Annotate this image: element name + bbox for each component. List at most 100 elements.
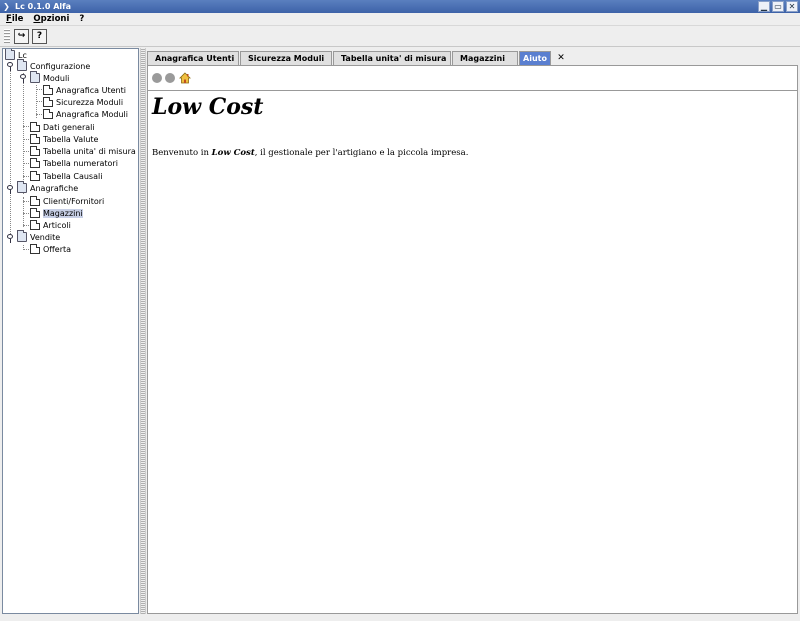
expand-toggle-moduli[interactable] (20, 74, 26, 83)
toolbar: ↪ ? (0, 26, 800, 47)
document-icon (43, 85, 53, 95)
tree-item-label: Tabella unita' di misura (43, 146, 136, 156)
tab-tabella-unita[interactable]: Tabella unita' di misura (333, 51, 451, 65)
tree-item-label: Offerta (43, 244, 72, 254)
tree-connector (23, 201, 29, 202)
tree-connector (36, 89, 42, 90)
document-icon (43, 109, 53, 119)
tree-item-magazzini[interactable]: Magazzini (30, 207, 83, 219)
document-icon (30, 171, 40, 181)
tree-item-label: Articoli (43, 220, 71, 230)
tree-item-label: Tabella numeratori (43, 158, 118, 168)
help-intro-text: , il gestionale per l'artigiano e la pic… (254, 148, 469, 159)
tab-magazzini[interactable]: Magazzini (452, 51, 518, 65)
folder-icon (17, 59, 27, 71)
maximize-button[interactable]: ▭ (772, 1, 784, 12)
tree-item-tabella-valute[interactable]: Tabella Valute (30, 133, 98, 145)
tab-anagrafica-utenti[interactable]: Anagrafica Utenti (147, 51, 239, 65)
minimize-button[interactable]: ▁ (758, 1, 770, 12)
tree-item-label: Dati generali (43, 122, 95, 132)
title-bar: ❯ Lc 0.1.0 Alfa ▁ ▭ ✕ (0, 0, 800, 13)
tree-item-label: Anagrafica Utenti (56, 85, 126, 95)
tree-item-dati-generali[interactable]: Dati generali (30, 121, 95, 133)
tree-item-offerta[interactable]: Offerta (30, 243, 71, 255)
toolbar-grip[interactable] (4, 29, 10, 43)
document-icon (30, 158, 40, 168)
tree-item-configurazione[interactable]: Configurazione (17, 59, 91, 72)
document-icon (30, 208, 40, 218)
menu-opzioni[interactable]: Opzioni (27, 14, 73, 24)
tree-item-moduli[interactable]: Moduli (30, 71, 70, 84)
document-icon (30, 134, 40, 144)
tree-item-label: Vendite (30, 232, 61, 242)
help-intro-product: Low Cost (211, 148, 255, 159)
status-strip (0, 615, 800, 621)
tree-connector (36, 101, 42, 102)
tab-aiuto[interactable]: Aiuto (519, 51, 551, 65)
split-pane-divider[interactable] (140, 48, 146, 614)
tree-item-label: Tabella Valute (43, 134, 99, 144)
tree-item-tabella-numeratori[interactable]: Tabella numeratori (30, 157, 118, 169)
back-icon[interactable] (152, 73, 162, 83)
tree-item-label: Sicurezza Moduli (56, 97, 124, 107)
help-intro: Benvenuto in Low Cost, il gestionale per… (152, 148, 468, 158)
help-viewer: Low Cost Benvenuto in Low Cost, il gesti… (147, 65, 798, 614)
menu-help[interactable]: ? (73, 14, 88, 24)
tree-connector (23, 126, 29, 127)
folder-icon (17, 181, 27, 193)
tree-item-articoli[interactable]: Articoli (30, 219, 71, 231)
exit-icon: ↪ (17, 31, 26, 41)
navigation-tree: Lc Configurazione Moduli Anagrafica Uten… (2, 48, 139, 614)
window-menu-icon[interactable]: ❯ (0, 0, 13, 13)
tree-connector (23, 151, 29, 152)
tree-connector (23, 163, 29, 164)
tree-item-tabella-unita[interactable]: Tabella unita' di misura (30, 145, 136, 157)
help-intro-text: Benvenuto in (152, 148, 212, 159)
folder-icon (17, 230, 27, 242)
tree-connector (10, 62, 11, 238)
window-title: Lc 0.1.0 Alfa (15, 2, 71, 11)
tree-item-anagrafica-utenti[interactable]: Anagrafica Utenti (43, 84, 126, 96)
tree-item-sicurezza-moduli[interactable]: Sicurezza Moduli (43, 96, 123, 108)
tree-connector (23, 213, 29, 214)
tree-connector (23, 249, 29, 250)
tree-connector (36, 114, 42, 115)
tree-item-label: Clienti/Fornitori (43, 196, 105, 206)
expand-toggle-anagrafiche[interactable] (7, 185, 13, 194)
close-tab-icon[interactable]: ✕ (555, 52, 567, 64)
tree-item-label: Anagrafiche (30, 183, 79, 193)
home-icon[interactable] (179, 72, 191, 84)
document-icon (43, 97, 53, 107)
help-icon: ? (36, 31, 43, 41)
tree-item-anagrafica-moduli[interactable]: Anagrafica Moduli (43, 108, 128, 120)
expand-toggle-vendite[interactable] (7, 234, 13, 243)
help-title: Low Cost (152, 94, 264, 120)
exit-button[interactable]: ↪ (14, 28, 29, 44)
tree-item-tabella-causali[interactable]: Tabella Causali (30, 170, 102, 182)
tree-item-label: Anagrafica Moduli (56, 109, 128, 119)
tree-item-clienti-fornitori[interactable]: Clienti/Fornitori (30, 195, 104, 207)
tree-item-vendite[interactable]: Vendite (17, 230, 61, 243)
tree-item-label: Moduli (43, 73, 70, 83)
document-icon (30, 196, 40, 206)
main-panel: Anagrafica Utenti Sicurezza Moduli Tabel… (147, 48, 798, 614)
close-window-button[interactable]: ✕ (786, 1, 798, 12)
menu-bar: File Opzioni ? (0, 13, 800, 26)
tree-item-anagrafiche[interactable]: Anagrafiche (17, 181, 79, 194)
help-navigation-bar (148, 66, 797, 91)
tree-item-label: Tabella Causali (43, 171, 103, 181)
tab-bar: Anagrafica Utenti Sicurezza Moduli Tabel… (147, 50, 798, 65)
tree-connector (23, 225, 29, 226)
help-button[interactable]: ? (32, 28, 47, 44)
tab-sicurezza-moduli[interactable]: Sicurezza Moduli (240, 51, 332, 65)
folder-icon (30, 71, 40, 83)
forward-icon[interactable] (165, 73, 175, 83)
tree-item-label: Configurazione (30, 61, 91, 71)
tree-connector (23, 139, 29, 140)
document-icon (30, 220, 40, 230)
expand-toggle-configurazione[interactable] (7, 62, 13, 71)
tree-connector (23, 176, 29, 177)
document-icon (30, 244, 40, 254)
menu-file[interactable]: File (0, 14, 27, 24)
tree-item-label: Magazzini (43, 208, 83, 218)
